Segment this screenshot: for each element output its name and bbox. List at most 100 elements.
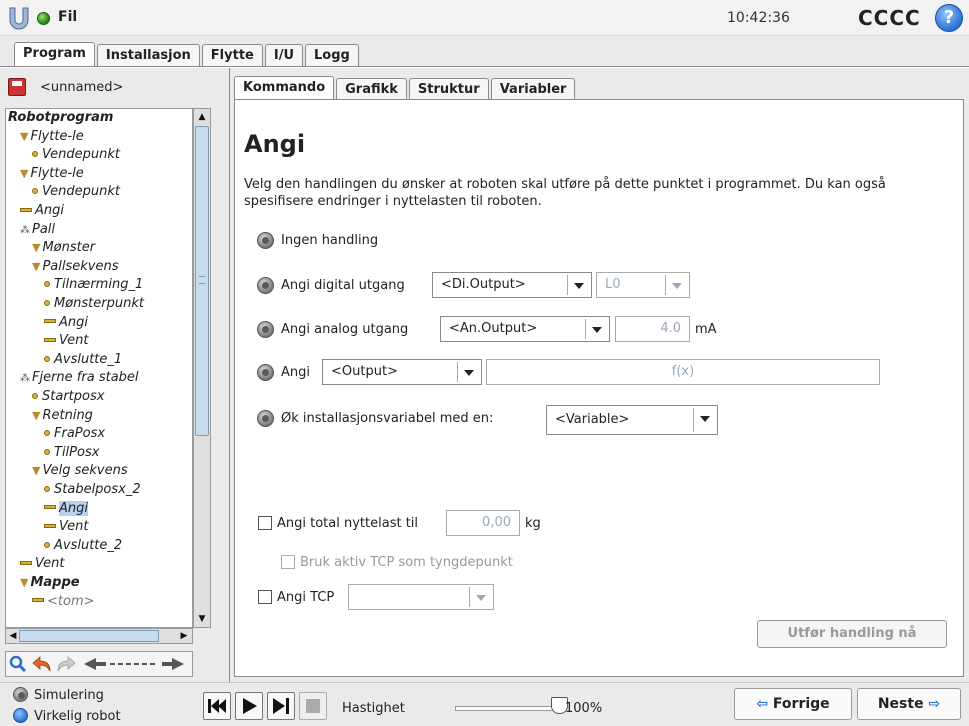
tree-node[interactable]: Angi — [44, 314, 88, 331]
tree-node[interactable]: TilPosx — [44, 444, 99, 461]
analog-unit: mA — [695, 322, 717, 337]
tree-node[interactable]: ▼ Retning — [32, 407, 93, 424]
tree-node[interactable]: Avslutte_2 — [44, 537, 122, 554]
tab-variables[interactable]: Variabler — [490, 78, 576, 100]
main-tabs: Program Installasjon Flytte I/U Logg — [14, 42, 361, 66]
analog-value-input[interactable]: 4.0 — [615, 316, 690, 342]
page-description: Velg den handlingen du ønsker at roboten… — [244, 177, 886, 209]
scroll-left-icon[interactable]: ◀ — [6, 631, 20, 641]
radio-simulation[interactable] — [13, 687, 28, 702]
tree-node[interactable]: ▼ Pallsekvens — [32, 258, 119, 275]
scroll-down-icon[interactable]: ▼ — [195, 614, 209, 624]
skip-back-button[interactable] — [203, 692, 231, 720]
radio-digital-output[interactable] — [257, 277, 274, 294]
digital-state-select[interactable]: L0 — [596, 272, 690, 298]
tab-installation[interactable]: Installasjon — [96, 44, 200, 66]
ur-logo-icon[interactable] — [8, 6, 30, 30]
help-icon[interactable]: ? — [935, 4, 963, 32]
variable-select[interactable]: <Variable> — [546, 405, 718, 435]
save-icon[interactable] — [8, 78, 26, 96]
previous-button[interactable]: ⇦ Forrige — [734, 688, 852, 720]
clock: 10:42:36 — [727, 10, 790, 26]
tree-node-label: Tilnærming_1 — [54, 277, 144, 293]
scroll-right-icon[interactable]: ▶ — [177, 631, 191, 641]
tree-node[interactable]: Startposx — [32, 388, 104, 405]
set-output-label: Angi — [281, 365, 310, 380]
tab-log[interactable]: Logg — [305, 44, 359, 66]
program-tree[interactable]: Robotprogram ▼ Flytte-le Vendepunkt ▼ Flytte-… — [5, 108, 193, 628]
tree-node[interactable]: Stabelposx_2 — [44, 481, 141, 498]
tcp-cog-checkbox[interactable] — [281, 555, 295, 569]
play-button[interactable] — [235, 692, 263, 720]
tab-program[interactable]: Program — [14, 42, 95, 66]
radio-real-robot[interactable] — [13, 708, 28, 723]
tree-node[interactable]: Robotprogram — [8, 109, 113, 126]
tree-node-label: Flytte-le — [30, 165, 84, 181]
tree-node[interactable]: Avslutte_1 — [44, 351, 122, 368]
previous-label: Forrige — [772, 696, 830, 712]
move-arrows-icon[interactable] — [82, 657, 186, 671]
tree-node[interactable]: ▼ Velg sekvens — [32, 462, 128, 479]
waypoint-icon — [44, 281, 50, 288]
redo-icon[interactable] — [56, 655, 76, 673]
payload-checkbox[interactable] — [258, 516, 272, 530]
payload-unit: kg — [525, 516, 541, 531]
tree-node[interactable]: ▼ Flytte-le — [20, 165, 84, 182]
radio-analog-output[interactable] — [257, 321, 274, 338]
tree-node[interactable]: FraPosx — [44, 425, 105, 442]
command-icon — [20, 560, 32, 565]
stop-button[interactable] — [299, 692, 327, 720]
tree-node[interactable]: ▼ Flytte-le — [20, 128, 84, 145]
step-forward-icon — [273, 698, 289, 714]
expression-field[interactable]: f(x) — [486, 359, 880, 385]
step-forward-button[interactable] — [267, 692, 295, 720]
tree-node[interactable]: ⁂ Fjerne fra stabel — [20, 369, 139, 387]
tab-graphics[interactable]: Grafikk — [336, 78, 407, 100]
tree-node-label: Angi — [59, 314, 88, 330]
undo-icon[interactable] — [32, 655, 52, 673]
play-icon — [243, 698, 257, 714]
tree-node[interactable]: Mønsterpunkt — [44, 295, 144, 312]
radio-increment-variable[interactable] — [257, 410, 274, 427]
digital-output-select[interactable]: <Di.Output> — [432, 272, 592, 298]
tree-node[interactable]: Vent — [20, 555, 64, 572]
tree-node[interactable]: Vendepunkt — [32, 146, 120, 163]
tab-io[interactable]: I/U — [264, 44, 304, 66]
scroll-up-icon[interactable]: ▲ — [195, 112, 209, 122]
file-menu[interactable]: Fil — [58, 9, 77, 25]
tree-node[interactable]: Vendepunkt — [32, 183, 120, 200]
next-label: Neste — [877, 696, 924, 712]
tree-node[interactable]: Vent — [44, 332, 88, 349]
simulation-label: Simulering — [34, 688, 104, 703]
waypoint-icon — [44, 486, 50, 492]
grip-icon — [199, 276, 205, 284]
tcp-select[interactable] — [348, 584, 494, 610]
output-select[interactable]: <Output> — [322, 359, 482, 385]
tree-node-label: Avslutte_1 — [54, 351, 123, 367]
tree-node[interactable]: Vent — [44, 518, 88, 535]
tree-node-label: TilPosx — [54, 444, 100, 460]
tree-node[interactable]: Tilnærming_1 — [44, 276, 143, 293]
tab-structure[interactable]: Struktur — [408, 78, 489, 100]
tree-node[interactable]: ▼ Mønster — [32, 239, 95, 256]
command-icon — [44, 337, 56, 342]
tree-node[interactable]: ⁂ Pall — [20, 221, 55, 239]
folder-triangle-icon: ▼ — [32, 241, 41, 255]
radio-no-action[interactable] — [257, 232, 274, 249]
tree-node[interactable]: Angi — [20, 202, 64, 219]
radio-set-output[interactable] — [257, 364, 274, 381]
analog-output-select[interactable]: <An.Output> — [440, 316, 610, 342]
tcp-checkbox[interactable] — [258, 590, 272, 604]
payload-input[interactable]: 0,00 — [446, 510, 520, 536]
speed-slider[interactable] — [455, 706, 559, 711]
search-icon[interactable] — [9, 655, 27, 673]
next-button[interactable]: Neste ⇨ — [857, 688, 961, 720]
tree-node[interactable]: <tom> — [32, 593, 95, 610]
tab-command[interactable]: Kommando — [234, 76, 335, 100]
speed-value: 100% — [565, 701, 603, 716]
tab-move[interactable]: Flytte — [201, 44, 263, 66]
tree-node[interactable]: Angi — [44, 500, 88, 517]
tree-node[interactable]: ▼ Mappe — [20, 574, 80, 591]
run-action-now-button[interactable]: Utfør handling nå — [757, 620, 947, 648]
tree-hscroll-thumb[interactable] — [19, 630, 159, 642]
